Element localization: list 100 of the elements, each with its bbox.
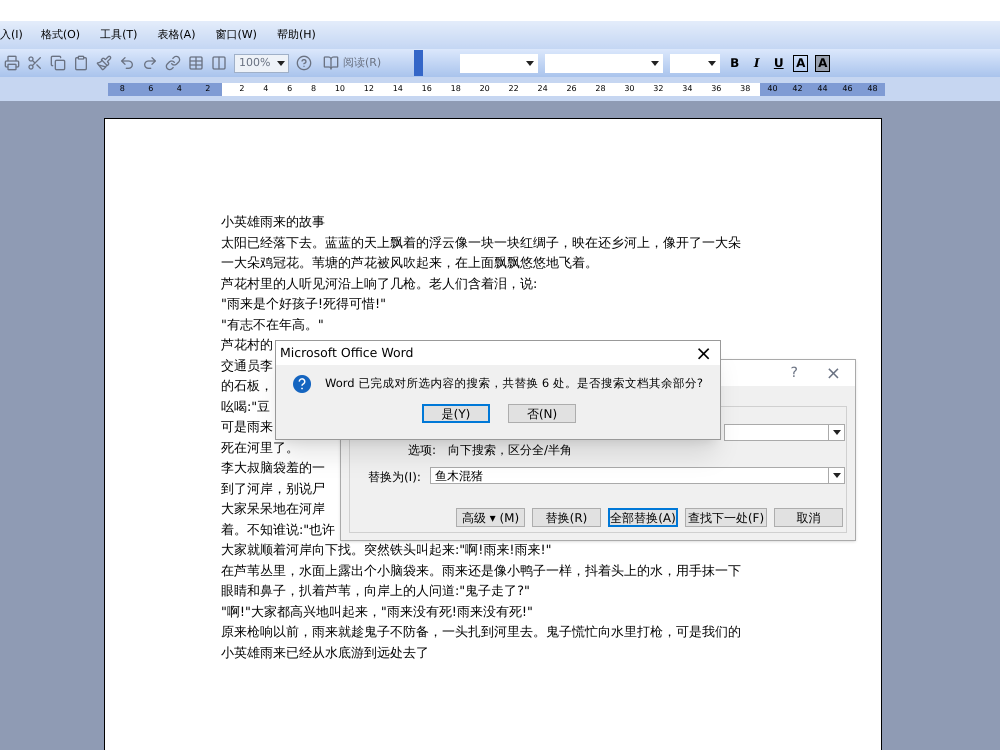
find-field[interactable]: [724, 424, 845, 441]
zoom-combo[interactable]: 100%: [234, 54, 289, 72]
ruler-number: 28: [595, 83, 606, 95]
ruler-number: 6: [148, 83, 154, 95]
ruler-number: 2: [239, 83, 244, 95]
dropdown-arrow-icon: [651, 60, 660, 66]
menu-item[interactable]: 帮助(H): [276, 26, 316, 44]
ruler-number: 10: [334, 83, 345, 95]
replace-value: 鱼木混猪: [435, 468, 483, 484]
help-icon[interactable]: [296, 55, 312, 71]
columns-icon[interactable]: [211, 55, 227, 71]
dropdown-arrow-icon: [832, 473, 840, 478]
dropdown-arrow-icon: [832, 430, 840, 435]
table-icon[interactable]: [188, 55, 204, 71]
zoom-value: 100%: [239, 54, 270, 71]
ruler-number: 38: [740, 83, 750, 95]
dialog-title: Microsoft Office Word: [280, 344, 414, 362]
ruler-number: 16: [422, 83, 432, 95]
ruler-number: 46: [842, 83, 853, 95]
ruler-number: 32: [653, 83, 664, 95]
ruler-number: 48: [867, 83, 878, 95]
document-line: 小英雄雨来的故事: [221, 214, 325, 232]
dialog-button[interactable]: 高级 ▾ (M): [456, 508, 525, 527]
format-button[interactable]: A: [815, 54, 830, 72]
format-button[interactable]: A: [793, 54, 808, 72]
format-button[interactable]: U: [771, 54, 786, 72]
ruler-number: 18: [450, 83, 461, 95]
undo-icon[interactable]: [119, 55, 135, 71]
dropdown-arrow-icon: [277, 60, 285, 66]
menu-item[interactable]: 格式(O): [40, 26, 80, 44]
document-line: 死在河里了。: [221, 440, 299, 458]
ruler-number: 42: [792, 83, 803, 95]
ruler-number: 4: [176, 83, 182, 95]
ruler-number: 8: [310, 83, 316, 95]
ruler-number: 40: [767, 83, 778, 95]
document-line: 原来枪响以前，雨来就趁鬼子不防备，一头扎到河里去。鬼子慌忙向水里打枪，可是我们的: [221, 624, 741, 642]
document-line: 小英雄雨来已经从水底游到远处去了: [221, 644, 429, 662]
ruler-number: 6: [287, 83, 292, 95]
document-line: "雨来是个好孩子!死得可惜!": [221, 296, 386, 314]
menu-item[interactable]: 窗口(W): [216, 26, 257, 44]
printer-icon[interactable]: [4, 55, 20, 71]
menu-item[interactable]: 工具(T): [100, 26, 138, 44]
help-button[interactable]: ?: [790, 362, 798, 384]
format-button[interactable]: B: [727, 54, 742, 72]
ruler-number: 2: [205, 83, 210, 95]
dialog-button[interactable]: 是(Y): [422, 404, 490, 423]
document-line: 可是雨来: [221, 419, 273, 437]
format-button[interactable]: I: [749, 54, 764, 72]
dialog-button[interactable]: 否(N): [508, 404, 576, 423]
size-combo[interactable]: [670, 54, 720, 72]
document-line: 到了河岸，别说尸: [221, 480, 325, 498]
dropdown-arrow-icon: [708, 60, 716, 66]
dialog-button[interactable]: 全部替换(A): [608, 508, 678, 527]
document-line: 的石板，: [221, 378, 273, 396]
options-label: 选项:: [408, 442, 436, 459]
document-line: 大家呆呆地在河岸: [221, 501, 325, 519]
ruler-number: 30: [624, 83, 635, 95]
document-line: 着。不知谁说:"也许: [221, 522, 336, 540]
close-button[interactable]: ×: [826, 360, 841, 386]
ruler-number: 26: [566, 83, 577, 95]
document-line: 芦花村里的人听见河沿上响了几枪。老人们含着泪，说:: [221, 276, 538, 294]
paintbrush-icon[interactable]: [96, 55, 112, 71]
copy-icon[interactable]: [50, 55, 66, 71]
dialog-button[interactable]: 取消: [774, 508, 843, 527]
paste-icon[interactable]: [73, 55, 89, 71]
ruler-number: 24: [537, 83, 548, 95]
dropdown-arrow-icon: [526, 60, 534, 66]
ruler-number: 22: [508, 83, 519, 95]
book-icon: [323, 55, 339, 71]
document-line: "有志不在年高。": [221, 316, 324, 334]
link-icon[interactable]: [165, 55, 181, 71]
ruler-number: 44: [817, 83, 828, 95]
document-line: 大家就顺着河岸向下找。突然铁头叫起来:"啊!雨来!雨来!": [221, 542, 552, 560]
dialog-message: Word 已完成对所选内容的搜索，共替换 6 处。是否搜索文档其余部分?: [325, 375, 703, 392]
cut-icon[interactable]: [27, 55, 43, 71]
document-line: 交通员李: [221, 358, 273, 376]
ruler-number: 4: [263, 83, 268, 95]
document-line: 芦花村的: [221, 337, 273, 355]
replace-label: 替换为(I):: [368, 469, 421, 486]
document-line: 一大朵鸡冠花。苇塘的芦花被风吹起来，在上面飘飘悠悠地飞着。: [221, 255, 598, 273]
toolbar-handle[interactable]: [414, 50, 424, 76]
menu-item[interactable]: 表格(A): [157, 26, 196, 44]
close-button[interactable]: ×: [695, 343, 712, 363]
ruler-number: 8: [120, 83, 125, 95]
document-line: 眼睛和鼻子，扒着芦苇，向岸上的人问道:"鬼子走了?": [221, 583, 530, 601]
ruler-number: 20: [480, 83, 490, 95]
ruler-number: 12: [364, 83, 374, 95]
document-line: 吆喝:"豆: [221, 398, 270, 416]
replace-field[interactable]: 鱼木混猪: [430, 467, 845, 484]
ruler-number: 14: [392, 83, 403, 95]
redo-icon[interactable]: [142, 55, 158, 71]
options-value: 向下搜索，区分全/半角: [448, 442, 572, 459]
menu-item[interactable]: 入(I): [0, 26, 23, 44]
document-line: "啊!"大家都高兴地叫起来，"雨来没有死!雨来没有死!": [221, 604, 533, 622]
dialog-button[interactable]: 查找下一处(F): [685, 508, 767, 527]
ruler-number: 36: [711, 83, 722, 95]
document-line: 李大叔脑袋羞的一: [221, 460, 325, 478]
document-line: 在芦苇丛里，水面上露出个小脑袋来。雨来还是像小鸭子一样，抖着头上的水，用手抹一下: [221, 562, 741, 580]
ruler-number: 34: [682, 83, 692, 95]
dialog-button[interactable]: 替换(R): [532, 508, 601, 527]
